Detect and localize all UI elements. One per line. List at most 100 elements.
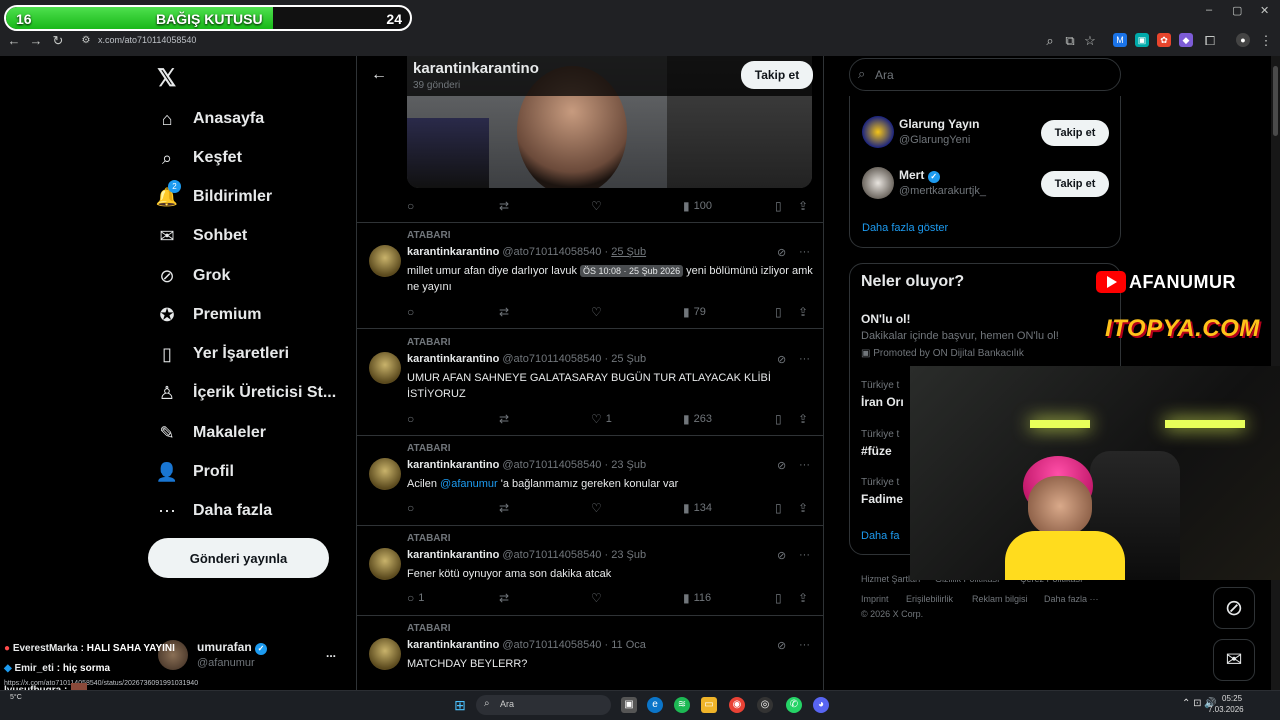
suggested-user-name[interactable]: Mert ✓ [899,168,940,183]
more-icon[interactable]: ··· [799,639,810,651]
extension-icon[interactable]: ✿ [1157,33,1171,47]
share-icon[interactable]: ⇪ [798,305,808,319]
extension-icon[interactable]: M [1113,33,1127,47]
account-more-icon[interactable]: ... [326,646,336,660]
profile-avatar-icon[interactable]: ● [1236,33,1250,47]
x-logo-icon[interactable]: 𝕏 [157,64,176,93]
extension-icon[interactable]: ▣ [1135,33,1149,47]
scrollbar-thumb[interactable] [1273,66,1278,136]
footer-link[interactable]: Reklam bilgisi [972,594,1028,604]
weather-widget[interactable]: 5°C [10,694,22,701]
show-more-link[interactable]: Daha fa [861,530,900,542]
cast-icon[interactable]: ⧉ [1062,33,1078,49]
messages-fab-icon[interactable]: ✉ [1213,639,1255,681]
tweet-date[interactable]: 25 Şub [611,246,646,258]
footer-link[interactable]: Erişilebilirlik [906,594,953,604]
reply-icon[interactable]: ○ [407,305,414,319]
tweet-date[interactable]: 23 Şub [611,549,646,561]
author-name[interactable]: karantinkarantino [407,639,499,651]
trend-name[interactable]: Fadime [861,492,903,506]
tweet[interactable]: ATABARI karantinkarantino @ato7101140585… [357,526,823,616]
reply-icon[interactable]: ○ 1 [407,591,424,605]
trend-name[interactable]: İran Orı [861,395,904,409]
reply-icon[interactable]: ○ [407,412,414,426]
nav-item-creator[interactable]: ♙ İçerik Üreticisi St... [156,378,336,408]
star-icon[interactable]: ☆ [1082,33,1098,49]
bookmark-icon[interactable]: ▯ [775,199,782,213]
bookmark-icon[interactable]: ▯ [775,412,782,426]
author-handle[interactable]: @ato710114058540 [502,353,601,365]
bookmark-icon[interactable]: ▯ [775,591,782,605]
tweet[interactable]: ATABARI karantinkarantino @ato7101140585… [357,616,823,690]
close-window-button[interactable]: ✕ [1260,4,1269,17]
nav-item-bell[interactable]: 🔔 2 Bildirimler [156,180,272,212]
views-icon[interactable]: ▮ 263 [683,412,712,426]
taskbar-clock[interactable]: 05:25 [1222,694,1242,703]
tweet-date[interactable]: 11 Oca [611,639,646,651]
extension-icon[interactable]: ◆ [1179,33,1193,47]
grok-fab-icon[interactable]: ⊘ [1213,587,1255,629]
author-handle[interactable]: @ato710114058540 [502,459,601,471]
extensions-puzzle-icon[interactable]: ⧠ [1202,33,1218,49]
more-icon[interactable]: ··· [799,459,810,471]
more-icon[interactable]: ··· [799,549,810,561]
taskbar-search[interactable]: ⌕ Ara [476,695,611,715]
tweet[interactable]: ATABARI karantinkarantino @ato7101140585… [357,330,823,436]
browser-menu-icon[interactable]: ⋮ [1258,33,1274,49]
footer-link[interactable]: Daha fazla ··· [1044,594,1099,604]
avatar[interactable] [862,167,894,199]
grok-icon[interactable]: ⊘ [777,459,786,472]
grok-icon[interactable]: ⊘ [777,549,786,562]
tweet[interactable]: ATABARI karantinkarantino @ato7101140585… [357,436,823,526]
obs-icon[interactable]: ◎ [757,697,773,713]
share-icon[interactable]: ⇪ [798,591,808,605]
views-icon[interactable]: ▮ 116 [683,591,711,605]
windows-start-icon[interactable]: ⊞ [452,697,468,713]
footer-link[interactable]: Imprint [861,594,889,604]
nav-item-grok[interactable]: ⊘ Grok [156,261,230,291]
url-field[interactable]: x.com/ato710114058540 [98,35,196,45]
share-icon[interactable]: ⇪ [798,199,808,213]
taskbar-search-input[interactable]: Ara [500,699,514,709]
bookmark-icon[interactable]: ▯ [775,305,782,319]
discord-icon[interactable]: ◕ [813,697,829,713]
avatar[interactable] [369,638,401,670]
like-icon[interactable]: ♡ 1 [591,412,612,426]
reply-icon[interactable]: ○ [407,501,414,515]
suggested-user-name[interactable]: Glarung Yayın [899,117,979,131]
zoom-icon[interactable]: ⌕ [1042,33,1058,49]
like-icon[interactable]: ♡ [591,591,602,605]
reload-icon[interactable]: ↻ [50,33,66,49]
taskbar-date[interactable]: 7.03.2026 [1208,705,1244,714]
retweet-icon[interactable]: ⇄ [499,501,509,515]
back-icon[interactable]: ← [6,33,22,49]
spotify-icon[interactable]: ≋ [674,697,690,713]
views-icon[interactable]: ▮ 134 [683,501,712,515]
nav-item-home[interactable]: ⌂ Anasayfa [156,104,265,134]
task-view-icon[interactable]: ▣ [621,697,637,713]
tweet-date[interactable]: 23 Şub [611,459,646,471]
grok-icon[interactable]: ⊘ [777,246,786,259]
chrome-icon[interactable]: ◉ [729,697,745,713]
nav-item-articles[interactable]: ✎ Makaleler [156,418,265,448]
search-input[interactable]: Ara [875,68,894,82]
retweet-icon[interactable]: ⇄ [499,305,509,319]
nav-item-bookmark[interactable]: ▯ Yer İşaretleri [156,339,289,369]
post-button[interactable]: Gönderi yayınla [148,538,329,578]
avatar[interactable] [369,245,401,277]
suggested-user-handle[interactable]: @mertkarakurtjk_ [899,185,986,197]
author-name[interactable]: karantinkarantino [407,459,499,471]
author-handle[interactable]: @ato710114058540 [502,246,601,258]
views-icon[interactable]: ▮ 100 [683,199,712,213]
author-handle[interactable]: @ato710114058540 [502,639,601,651]
more-icon[interactable]: ··· [799,353,810,365]
forward-icon[interactable]: → [28,33,44,49]
like-icon[interactable]: ♡ [591,501,602,515]
nav-item-mail[interactable]: ✉ Sohbet [156,221,247,251]
nav-item-profile[interactable]: 👤 Profil [156,457,234,487]
promo-title[interactable]: ON'lu ol! [861,312,911,326]
maximize-button[interactable]: ▢ [1232,4,1242,17]
reply-icon[interactable]: ○ [407,199,414,213]
file-explorer-icon[interactable]: ▭ [701,697,717,713]
search-field[interactable]: ⌕ Ara [849,58,1121,91]
